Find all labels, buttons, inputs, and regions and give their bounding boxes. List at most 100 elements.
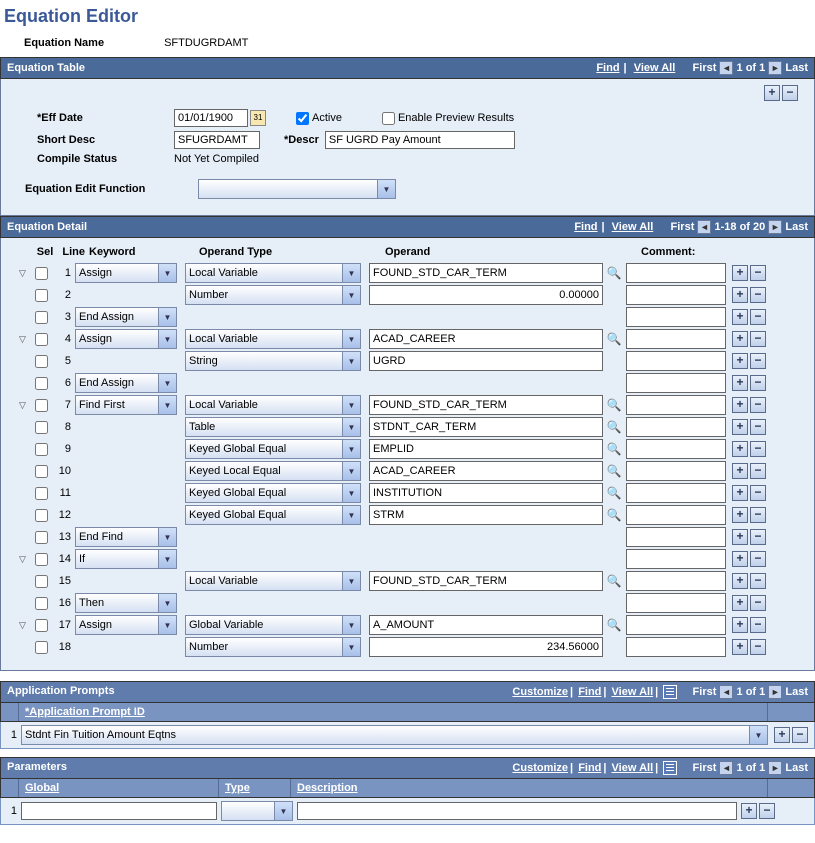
add-row-button[interactable]: +: [732, 639, 748, 655]
comment-input[interactable]: [626, 549, 726, 569]
delete-row-button[interactable]: −: [750, 375, 766, 391]
sel-checkbox[interactable]: [35, 421, 48, 434]
find-link[interactable]: Find: [596, 62, 619, 74]
comment-input[interactable]: [626, 637, 726, 657]
keyword-dropdown[interactable]: End Assign▼: [75, 307, 177, 327]
add-row-button[interactable]: +: [732, 573, 748, 589]
delete-row-button[interactable]: −: [750, 573, 766, 589]
detail-view-all-link[interactable]: View All: [612, 221, 654, 233]
edit-function-dropdown[interactable]: ▼: [198, 179, 396, 199]
comment-input[interactable]: [626, 263, 726, 283]
add-row-button[interactable]: +: [732, 331, 748, 347]
comment-input[interactable]: [626, 615, 726, 635]
sel-checkbox[interactable]: [35, 377, 48, 390]
sel-checkbox[interactable]: [35, 399, 48, 412]
sel-checkbox[interactable]: [35, 531, 48, 544]
grid-icon[interactable]: [663, 761, 677, 775]
operand-type-dropdown[interactable]: Table▼: [185, 417, 361, 437]
add-row-button[interactable]: +: [732, 529, 748, 545]
enable-preview-checkbox[interactable]: [382, 112, 395, 125]
param-description-input[interactable]: [297, 802, 737, 820]
lookup-icon[interactable]: 🔍: [606, 573, 622, 589]
delete-row-button[interactable]: −: [750, 617, 766, 633]
operand-input[interactable]: [369, 329, 603, 349]
add-row-button[interactable]: +: [732, 463, 748, 479]
expand-toggle-icon[interactable]: ▽: [19, 554, 31, 565]
keyword-dropdown[interactable]: If▼: [75, 549, 177, 569]
detail-find-link[interactable]: Find: [574, 221, 597, 233]
ap-find-link[interactable]: Find: [578, 686, 601, 698]
comment-input[interactable]: [626, 351, 726, 371]
operand-input[interactable]: [369, 637, 603, 657]
add-row-button[interactable]: +: [732, 309, 748, 325]
operand-type-dropdown[interactable]: Keyed Global Equal▼: [185, 483, 361, 503]
lookup-icon[interactable]: 🔍: [606, 419, 622, 435]
operand-input[interactable]: [369, 483, 603, 503]
sel-checkbox[interactable]: [35, 465, 48, 478]
comment-input[interactable]: [626, 307, 726, 327]
delete-row-button[interactable]: −: [750, 441, 766, 457]
sel-checkbox[interactable]: [35, 289, 48, 302]
sel-checkbox[interactable]: [35, 597, 48, 610]
ap-next-arrow-icon[interactable]: ►: [768, 685, 782, 699]
lookup-icon[interactable]: 🔍: [606, 617, 622, 633]
grid-icon[interactable]: [663, 685, 677, 699]
lookup-icon[interactable]: 🔍: [606, 507, 622, 523]
add-row-button[interactable]: +: [764, 85, 780, 101]
delete-row-button[interactable]: −: [750, 331, 766, 347]
lookup-icon[interactable]: 🔍: [606, 485, 622, 501]
keyword-dropdown[interactable]: End Assign▼: [75, 373, 177, 393]
delete-row-button[interactable]: −: [750, 551, 766, 567]
ap-prev-arrow-icon[interactable]: ◄: [719, 685, 733, 699]
calendar-icon[interactable]: 31: [250, 110, 266, 126]
short-desc-input[interactable]: [174, 131, 260, 149]
operand-input[interactable]: [369, 395, 603, 415]
lookup-icon[interactable]: 🔍: [606, 265, 622, 281]
operand-type-dropdown[interactable]: Local Variable▼: [185, 395, 361, 415]
delete-row-button[interactable]: −: [750, 353, 766, 369]
sel-checkbox[interactable]: [35, 487, 48, 500]
operand-input[interactable]: [369, 615, 603, 635]
delete-row-button[interactable]: −: [750, 309, 766, 325]
ap-add-button[interactable]: +: [774, 727, 790, 743]
sel-checkbox[interactable]: [35, 443, 48, 456]
keyword-dropdown[interactable]: Then▼: [75, 593, 177, 613]
add-row-button[interactable]: +: [732, 551, 748, 567]
comment-input[interactable]: [626, 285, 726, 305]
sel-checkbox[interactable]: [35, 333, 48, 346]
detail-prev-arrow-icon[interactable]: ◄: [697, 220, 711, 234]
pr-next-arrow-icon[interactable]: ►: [768, 761, 782, 775]
keyword-dropdown[interactable]: Find First▼: [75, 395, 177, 415]
operand-type-dropdown[interactable]: Keyed Global Equal▼: [185, 439, 361, 459]
sel-checkbox[interactable]: [35, 267, 48, 280]
pr-prev-arrow-icon[interactable]: ◄: [719, 761, 733, 775]
lookup-icon[interactable]: 🔍: [606, 441, 622, 457]
delete-row-button[interactable]: −: [750, 507, 766, 523]
pr-find-link[interactable]: Find: [578, 762, 601, 774]
comment-input[interactable]: [626, 417, 726, 437]
delete-row-button[interactable]: −: [750, 529, 766, 545]
delete-row-button[interactable]: −: [750, 595, 766, 611]
delete-row-button[interactable]: −: [750, 397, 766, 413]
operand-type-dropdown[interactable]: Number▼: [185, 637, 361, 657]
operand-type-dropdown[interactable]: Local Variable▼: [185, 571, 361, 591]
comment-input[interactable]: [626, 395, 726, 415]
delete-row-button[interactable]: −: [750, 419, 766, 435]
expand-toggle-icon[interactable]: ▽: [19, 268, 31, 279]
operand-type-dropdown[interactable]: Local Variable▼: [185, 329, 361, 349]
operand-input[interactable]: [369, 571, 603, 591]
operand-input[interactable]: [369, 263, 603, 283]
lookup-icon[interactable]: 🔍: [606, 397, 622, 413]
comment-input[interactable]: [626, 593, 726, 613]
pr-col-type[interactable]: Type: [219, 779, 291, 797]
operand-input[interactable]: [369, 285, 603, 305]
ap-view-all-link[interactable]: View All: [612, 686, 654, 698]
add-row-button[interactable]: +: [732, 265, 748, 281]
param-type-dropdown[interactable]: ▼: [221, 801, 293, 821]
ap-customize-link[interactable]: Customize: [512, 686, 568, 698]
add-row-button[interactable]: +: [732, 441, 748, 457]
delete-row-button[interactable]: −: [750, 639, 766, 655]
operand-input[interactable]: [369, 439, 603, 459]
add-row-button[interactable]: +: [732, 485, 748, 501]
expand-toggle-icon[interactable]: ▽: [19, 620, 31, 631]
